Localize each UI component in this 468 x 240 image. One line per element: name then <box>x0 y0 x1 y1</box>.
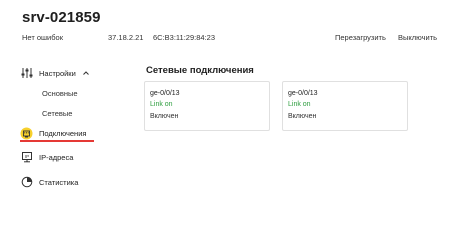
section-title: Сетевые подключения <box>146 65 254 76</box>
connection-card[interactable]: ge-0/0/13 Link on Включен <box>282 81 408 131</box>
sidebar-item-statistics-label: Статистика <box>39 177 79 187</box>
svg-text:IP: IP <box>24 154 28 159</box>
pie-chart-icon <box>20 176 33 189</box>
connection-state: Включен <box>288 113 317 120</box>
sidebar-item-ip-label: IP-адреса <box>39 152 74 162</box>
sidebar-item-connections-label: Подключения <box>39 128 87 138</box>
status-text: Нет ошибок <box>22 33 63 42</box>
sidebar-item-statistics[interactable]: Статистика <box>20 175 78 189</box>
link-status: Link on <box>150 101 173 108</box>
mac-address: 6C:B3:11:29:84:23 <box>153 33 215 42</box>
ip-address-icon: IP <box>20 151 33 164</box>
sidebar-subitem-network[interactable]: Сетевые <box>42 109 72 118</box>
connection-name: ge-0/0/13 <box>288 90 318 97</box>
connection-name: ge-0/0/13 <box>150 90 180 97</box>
sliders-icon <box>20 67 33 80</box>
sidebar-item-connections[interactable]: Подключения <box>20 126 86 140</box>
connection-state: Включен <box>150 113 179 120</box>
restart-button[interactable]: Перезагрузить <box>335 33 386 42</box>
ethernet-port-icon <box>20 127 33 140</box>
sidebar-item-settings[interactable]: Настройки <box>20 66 90 80</box>
sidebar-item-ip[interactable]: IP IP-адреса <box>20 150 73 164</box>
sidebar-item-settings-label: Настройки <box>39 68 76 78</box>
active-item-indicator <box>20 140 94 142</box>
link-status: Link on <box>288 101 311 108</box>
connection-card[interactable]: ge-0/0/13 Link on Включен <box>144 81 270 131</box>
shutdown-button[interactable]: Выключить <box>398 33 437 42</box>
sidebar-subitem-basic[interactable]: Основные <box>42 89 78 98</box>
ip-address: 37.18.2.21 <box>108 33 144 42</box>
chevron-up-icon[interactable] <box>82 69 90 77</box>
device-hostname: srv-021859 <box>22 9 101 26</box>
